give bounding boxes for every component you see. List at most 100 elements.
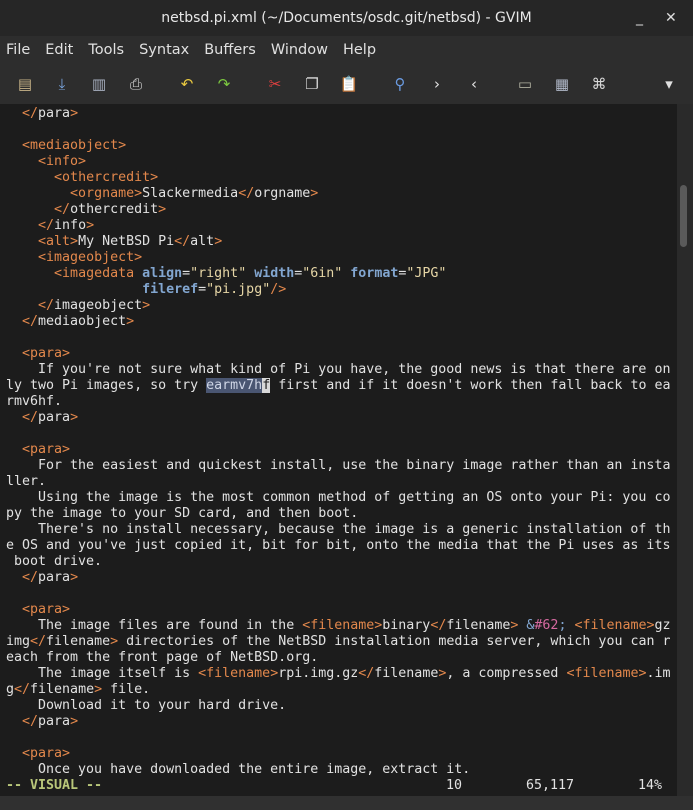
code-token: > <box>70 106 79 121</box>
code-token: para <box>38 410 71 425</box>
save-session-icon[interactable]: ▦ <box>552 74 572 94</box>
code-line: The image itself is <filename>rpi.img.gz… <box>6 666 671 682</box>
code-token: para <box>38 714 71 729</box>
find-next-icon[interactable]: › <box>427 74 447 94</box>
cut-icon[interactable]: ✂ <box>265 74 285 94</box>
code-token: ller. <box>6 474 47 489</box>
code-token: <imageobject> <box>38 250 143 265</box>
menu-buffers[interactable]: Buffers <box>204 36 256 64</box>
menu-syntax[interactable]: Syntax <box>139 36 189 64</box>
code-token: gz <box>654 618 671 633</box>
code-token: My NetBSD Pi <box>78 234 175 249</box>
code-token: <para> <box>22 346 71 361</box>
code-token: , a compressed <box>446 666 567 681</box>
code-line: <para> <box>6 746 70 762</box>
code-token: Download it to your hard drive. <box>6 698 287 713</box>
code-line: <imagedata align="right" width="6in" for… <box>6 266 446 282</box>
code-token: rpi.img.gz <box>278 666 359 681</box>
code-token: Once you have downloaded the entire imag… <box>6 762 471 777</box>
overflow-chevron-icon[interactable]: ▾ <box>659 74 679 94</box>
code-token: </ <box>238 186 255 201</box>
paste-icon[interactable]: 📋 <box>339 74 359 94</box>
code-token: filename <box>30 682 95 697</box>
menu-file[interactable]: File <box>6 36 30 64</box>
code-token: </ <box>22 314 39 329</box>
code-token: If you're not sure what kind of Pi you h… <box>6 362 671 377</box>
menu-edit[interactable]: Edit <box>45 36 73 64</box>
code-line: </para> <box>6 106 78 122</box>
code-token: mediaobject <box>38 314 127 329</box>
copy-icon[interactable]: ❐ <box>302 74 322 94</box>
code-token: <filename> <box>198 666 279 681</box>
code-line: e OS and you've just copied it, bit for … <box>6 538 670 554</box>
load-session-icon[interactable]: ▭ <box>515 74 535 94</box>
print-icon[interactable]: ⎙ <box>126 74 146 94</box>
code-line: <para> <box>6 442 70 458</box>
menu-tools[interactable]: Tools <box>88 36 124 64</box>
cursor: f <box>262 378 271 393</box>
find-replace-icon[interactable]: ⚲ <box>390 74 410 94</box>
code-token: <para> <box>22 602 71 617</box>
code-token: <filename> <box>574 618 655 633</box>
code-line: If you're not sure what kind of Pi you h… <box>6 362 670 378</box>
code-line: For the easiest and quickest install, us… <box>6 458 670 474</box>
save-download-icon[interactable]: ⤓ <box>52 74 72 94</box>
code-token: boot drive. <box>6 554 103 569</box>
code-token: > <box>158 202 167 217</box>
editor-text-area[interactable]: </para> <mediaobject> <info> <othercredi… <box>0 104 677 796</box>
code-token: g <box>6 682 15 697</box>
code-token: <filename> <box>302 618 383 633</box>
code-line: <imageobject> <box>6 250 142 266</box>
code-token: </ <box>174 234 191 249</box>
save-all-icon[interactable]: ▥ <box>89 74 109 94</box>
code-token: Slackermedia <box>142 186 239 201</box>
code-token: > <box>110 634 119 649</box>
code-token: </ <box>38 298 55 313</box>
code-line: rmv6hf. <box>6 394 62 410</box>
close-button[interactable]: ✕ <box>665 0 677 36</box>
code-token: Using the image is the most common metho… <box>6 490 671 505</box>
code-token: </ <box>22 570 39 585</box>
code-token: > <box>126 314 135 329</box>
undo-icon[interactable]: ↶ <box>177 74 197 94</box>
code-token: > <box>86 218 95 233</box>
code-token: </ <box>14 682 31 697</box>
code-token: > <box>70 410 79 425</box>
run-script-icon[interactable]: ⌘ <box>589 74 609 94</box>
menu-window[interactable]: Window <box>271 36 328 64</box>
code-token: rmv6hf. <box>6 394 63 409</box>
code-line: </mediaobject> <box>6 314 134 330</box>
code-token: The image itself is <box>6 666 199 681</box>
menu-help[interactable]: Help <box>343 36 376 64</box>
code-line: <para> <box>6 602 70 618</box>
code-token: </ <box>30 634 47 649</box>
code-token: fileref <box>142 282 199 297</box>
code-token: para <box>38 106 71 121</box>
redo-icon[interactable]: ↷ <box>214 74 234 94</box>
code-token: = <box>182 266 191 281</box>
minimize-button[interactable]: _ <box>636 0 643 36</box>
code-token: imageobject <box>54 298 143 313</box>
code-line: ller. <box>6 474 46 490</box>
code-token: <para> <box>22 746 71 761</box>
find-prev-icon[interactable]: ‹ <box>464 74 484 94</box>
code-token: width <box>254 266 295 281</box>
code-token: para <box>38 570 71 585</box>
code-token: </ <box>22 714 39 729</box>
open-icon[interactable]: ▤ <box>15 74 35 94</box>
code-line: Download it to your hard drive. <box>6 698 286 714</box>
code-token: <othercredit> <box>54 170 159 185</box>
scrollbar-thumb[interactable] <box>680 185 687 247</box>
vertical-scrollbar[interactable] <box>677 104 693 796</box>
code-token: > <box>510 618 527 633</box>
code-token: > <box>70 570 79 585</box>
